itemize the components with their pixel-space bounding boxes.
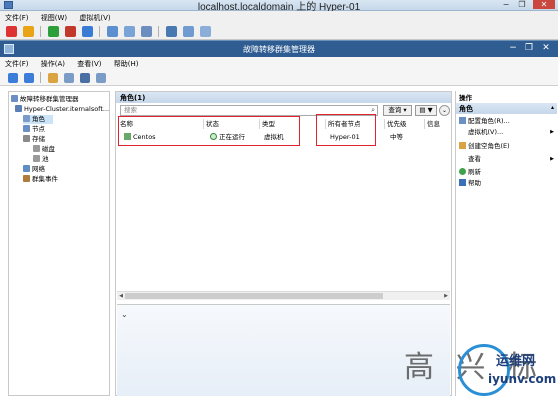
vm-menu-view[interactable]: 视图(W) [36, 11, 72, 23]
table-row-priority: 中等 [390, 133, 403, 141]
roles-pane-header: 角色(1) [116, 92, 451, 103]
network-icon [23, 165, 30, 172]
submenu-arrow-icon: ▶ [550, 129, 554, 135]
configure-role-icon [459, 117, 466, 124]
mmc-window-title: 故障转移群集管理器 [243, 45, 315, 54]
tree-item-root[interactable]: 故障转移群集管理器 [11, 95, 79, 104]
tree-item-disks[interactable]: 磁盘 [33, 145, 55, 154]
vm-menubar: 文件(F) 视图(W) 虚拟机(V) [0, 11, 558, 24]
navigation-tree: 故障转移群集管理器 Hyper-Cluster.iternalsoft... 角… [8, 91, 110, 396]
mmc-window-titlebar: 故障转移群集管理器 − ❐ ✕ [0, 41, 558, 57]
refresh-icon [459, 168, 466, 175]
help-icon [459, 179, 466, 186]
mmc-menu-action[interactable]: 操作(A) [36, 57, 70, 69]
watermark: 高 兴 标 运维网 iyunv.com [400, 340, 558, 400]
cluster-manager-icon [11, 95, 18, 102]
up-folder-icon[interactable] [47, 73, 58, 83]
query-button[interactable]: 查询 ▾ [383, 105, 412, 116]
scroll-left-icon[interactable]: ◀ [117, 292, 125, 300]
vm-close-button[interactable]: ✕ [533, 0, 555, 9]
stop-icon[interactable] [6, 26, 17, 37]
toolbar-separator [40, 26, 42, 37]
highlight-box-role [118, 116, 300, 146]
mmc-menubar: 文件(F) 操作(A) 查看(V) 帮助(H) [0, 57, 558, 70]
cluster-icon [15, 105, 22, 112]
show-action-pane-icon[interactable] [96, 73, 107, 83]
events-icon [23, 175, 30, 182]
watermark-site-name: 运维网 [496, 354, 536, 369]
help-icon[interactable] [80, 73, 91, 83]
mmc-restore-button[interactable]: ❐ [522, 43, 536, 54]
action-refresh[interactable]: 刷新 [456, 167, 557, 177]
create-empty-role-icon [459, 142, 466, 149]
action-virtual-machines[interactable]: 虚拟机(V)... ▶ [456, 127, 557, 137]
reset-icon[interactable] [82, 26, 94, 37]
collapse-chevron-icon[interactable]: ⌄ [439, 105, 450, 116]
mmc-menu-file[interactable]: 文件(F) [0, 57, 34, 69]
vm-toolbar [0, 24, 558, 40]
collapse-arrow-icon[interactable]: ▴ [551, 104, 554, 111]
mmc-minimize-button[interactable]: − [506, 43, 520, 54]
mmc-close-button[interactable]: ✕ [539, 43, 553, 54]
mmc-menu-help[interactable]: 帮助(H) [109, 57, 144, 69]
mmc-toolbar [0, 70, 558, 86]
checkpoint-icon[interactable] [106, 26, 118, 37]
toolbar-separator [99, 26, 101, 37]
tree-item-cluster-events[interactable]: 群集事件 [23, 175, 58, 184]
vm-restore-button[interactable]: ❐ [514, 0, 530, 9]
revert-icon[interactable] [123, 26, 135, 37]
scroll-right-icon[interactable]: ▶ [442, 292, 450, 300]
show-hide-tree-icon[interactable] [63, 73, 74, 83]
enhanced-session-icon[interactable] [141, 26, 153, 37]
highlight-box-owner [316, 114, 376, 146]
actions-header: 操作 [459, 94, 472, 102]
storage-icon [23, 135, 30, 142]
expand-chevron-icon[interactable]: ⌄ [121, 310, 128, 319]
zoom-icon[interactable] [182, 26, 194, 37]
vm-menu-file[interactable]: 文件(F) [0, 11, 34, 23]
action-create-empty-role[interactable]: 创建空角色(E) [456, 141, 557, 151]
column-header-info[interactable]: 信息 [425, 119, 451, 129]
toolbar-separator [40, 72, 42, 83]
start-icon[interactable] [47, 26, 59, 37]
watermark-url: iyunv.com [488, 372, 557, 386]
save-query-button[interactable]: ▤ ▼ [415, 105, 437, 116]
workarea: 故障转移群集管理器 Hyper-Cluster.iternalsoft... 角… [0, 86, 558, 400]
back-arrow-icon[interactable] [8, 73, 18, 83]
nodes-icon [23, 125, 30, 132]
shutdown-icon[interactable] [64, 26, 76, 37]
vm-window-titlebar: localhost.localdomain 上的 Hyper-01 − ❐ ✕ [0, 0, 558, 13]
pause-icon[interactable] [23, 26, 35, 37]
toolbar-separator [158, 26, 160, 37]
tree-item-storage[interactable]: 存储 [23, 135, 45, 144]
disk-icon [33, 145, 40, 152]
pool-icon [33, 155, 40, 162]
tree-item-networks[interactable]: 网络 [23, 165, 45, 174]
vm-menu-vm[interactable]: 虚拟机(V) [74, 11, 115, 23]
scrollbar-thumb[interactable] [125, 293, 383, 299]
action-view[interactable]: 查看 ▶ [456, 154, 557, 164]
submenu-arrow-icon: ▶ [550, 156, 554, 162]
vm-minimize-button[interactable]: − [498, 0, 514, 9]
roles-icon [23, 115, 30, 122]
column-header-priority[interactable]: 优先级 [385, 119, 425, 129]
tree-item-nodes[interactable]: 节点 [23, 125, 45, 134]
action-configure-role[interactable]: 配置角色(R)... [456, 116, 557, 126]
tree-item-cluster[interactable]: Hyper-Cluster.iternalsoft... [15, 105, 109, 114]
share-icon[interactable] [165, 26, 177, 37]
ctrl-alt-del-icon[interactable] [200, 26, 212, 37]
tree-item-pools[interactable]: 池 [33, 155, 49, 164]
action-help[interactable]: 帮助 [456, 178, 557, 188]
horizontal-scrollbar[interactable]: ◀ ▶ [117, 291, 450, 300]
forward-arrow-icon[interactable] [24, 73, 35, 83]
actions-subheader[interactable]: 角色 ▴ [456, 103, 557, 114]
mmc-menu-view[interactable]: 查看(V) [72, 57, 106, 69]
tree-item-roles[interactable]: 角色 [23, 115, 53, 124]
